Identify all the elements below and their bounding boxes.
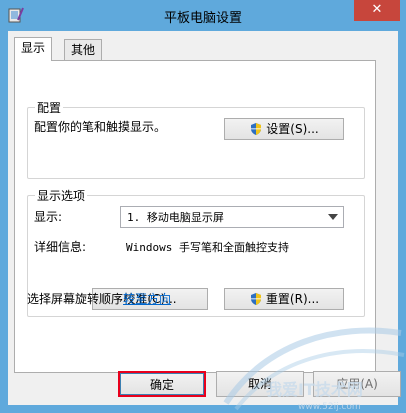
close-button[interactable]: ✕ bbox=[354, 0, 400, 21]
config-group-title: 配置 bbox=[35, 99, 64, 116]
dialog-body: 显示 其他 配置 配置你的笔和触摸显示。 设置(S)... 显示选项 显示: 1… bbox=[8, 31, 401, 405]
rotation-row: 选择屏幕旋转顺序转至方向 bbox=[27, 290, 171, 307]
apply-button[interactable]: 应用(A) bbox=[313, 371, 401, 397]
reset-button[interactable]: 重置(R)... bbox=[224, 288, 344, 310]
tab-display[interactable]: 显示 bbox=[14, 37, 53, 61]
config-description: 配置你的笔和触摸显示。 bbox=[34, 120, 167, 134]
display-select-value: 1. 移动电脑显示屏 bbox=[127, 211, 224, 224]
display-select[interactable]: 1. 移动电脑显示屏 bbox=[120, 206, 344, 228]
uac-shield-icon bbox=[251, 123, 262, 135]
rotation-text: 选择屏幕旋转顺序 bbox=[27, 292, 124, 306]
settings-button[interactable]: 设置(S)... bbox=[224, 118, 344, 140]
settings-button-label: 设置(S)... bbox=[266, 122, 319, 136]
chevron-down-icon bbox=[328, 214, 338, 220]
tab-other[interactable]: 其他 bbox=[64, 39, 103, 61]
go-to-orientation-link[interactable]: 转至方向 bbox=[123, 292, 171, 306]
config-group: 配置 配置你的笔和触摸显示。 设置(S)... bbox=[27, 99, 365, 179]
tablet-settings-window: 平板电脑设置 ✕ 显示 其他 配置 配置你的笔和触摸显示。 设置(S)... 显… bbox=[0, 0, 406, 413]
uac-shield-icon bbox=[250, 293, 261, 305]
window-title: 平板电脑设置 bbox=[163, 11, 242, 26]
display-tab-panel: 配置 配置你的笔和触摸显示。 设置(S)... 显示选项 显示: 1. 移动电脑… bbox=[14, 60, 376, 373]
ok-button[interactable]: 确定 bbox=[118, 371, 206, 397]
title-bar[interactable]: 平板电脑设置 ✕ bbox=[0, 0, 406, 31]
display-label: 显示: bbox=[34, 210, 63, 224]
details-label: 详细信息: bbox=[34, 240, 87, 254]
details-value: Windows 手写笔和全面触控支持 bbox=[126, 241, 289, 254]
reset-button-label: 重置(R)... bbox=[265, 292, 320, 306]
display-options-title: 显示选项 bbox=[35, 187, 88, 204]
cancel-button[interactable]: 取消 bbox=[216, 371, 304, 397]
